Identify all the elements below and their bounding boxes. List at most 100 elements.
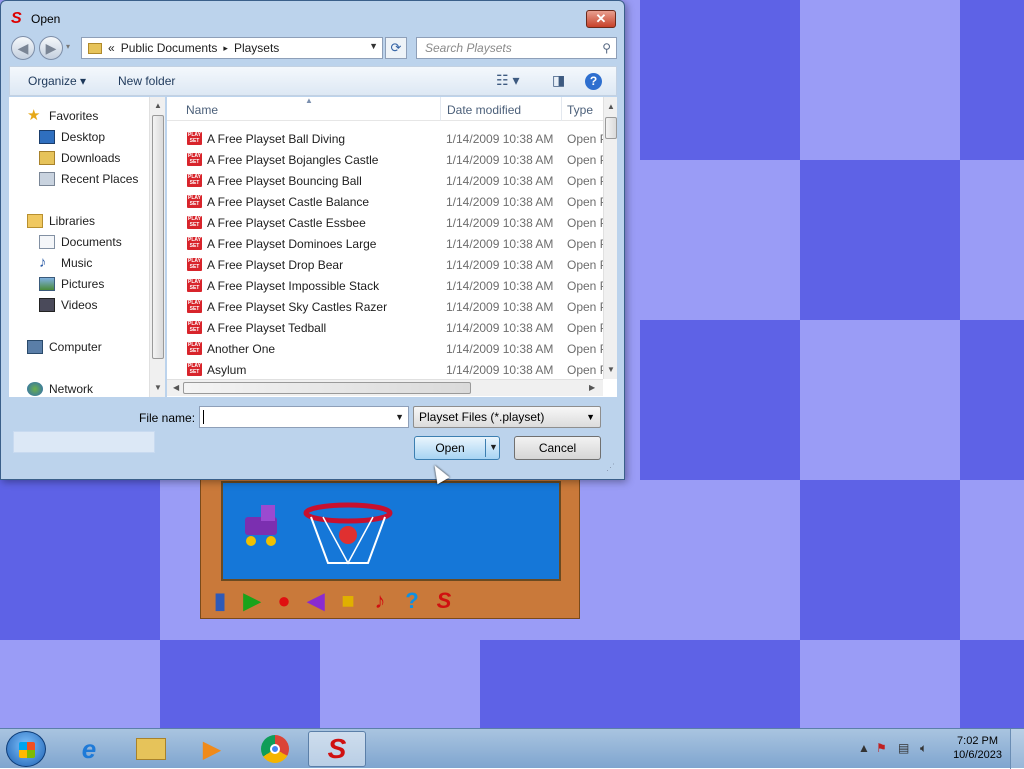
open-button-label: Open bbox=[435, 441, 465, 455]
file-row[interactable]: PLAY SET Asylum 1/14/2009 10:38 AM Open P bbox=[167, 359, 603, 380]
file-row[interactable]: PLAY SET A Free Playset Tedball 1/14/2009 … bbox=[167, 317, 603, 338]
checker-tile bbox=[640, 320, 800, 480]
column-type[interactable]: Type bbox=[567, 103, 593, 117]
file-name-input[interactable]: ▼ bbox=[199, 406, 409, 428]
scroll-down-icon[interactable]: ▼ bbox=[154, 383, 162, 392]
nav-scroll-thumb[interactable] bbox=[152, 115, 164, 359]
play-area[interactable] bbox=[221, 481, 561, 581]
column-divider[interactable] bbox=[440, 97, 441, 121]
back-button[interactable]: ◀ bbox=[11, 36, 35, 60]
file-date: 1/14/2009 10:38 AM bbox=[446, 174, 554, 188]
help-button[interactable]: ? bbox=[585, 73, 602, 90]
resize-grip-icon[interactable]: ⋰ bbox=[606, 462, 615, 473]
clock[interactable]: 7:02 PM 10/6/2023 bbox=[953, 734, 1002, 762]
scroll-left-icon[interactable]: ◀ bbox=[173, 383, 179, 392]
chrome-icon bbox=[261, 735, 289, 763]
checker-tile bbox=[640, 640, 800, 728]
nav-libraries[interactable]: Libraries bbox=[27, 211, 95, 231]
taskbar-chrome[interactable] bbox=[246, 731, 304, 767]
address-bar[interactable]: « Public Documents ▸ Playsets ▼ bbox=[81, 37, 383, 59]
file-name-dropdown-icon[interactable]: ▼ bbox=[395, 412, 404, 422]
file-list: Name ▲ Date modified Type PLAY SET A Free… bbox=[167, 97, 617, 397]
horizontal-scroll-thumb[interactable] bbox=[183, 382, 471, 394]
open-button[interactable]: Open ▼ bbox=[414, 436, 500, 460]
network-status-icon[interactable]: ▤ bbox=[898, 741, 909, 755]
taskbar-internet-explorer[interactable]: e bbox=[60, 731, 118, 767]
taskbar-media-player[interactable]: ▶ bbox=[183, 731, 241, 767]
nav-favorites[interactable]: ★ Favorites bbox=[27, 106, 98, 126]
playset-app-window[interactable]: ▮ ▶ ● ◀ ■ ♪ ? S bbox=[200, 470, 580, 619]
taskbar-file-explorer[interactable] bbox=[122, 731, 180, 767]
play-icon[interactable]: ▶ bbox=[239, 588, 265, 614]
roller-skate-icon bbox=[245, 505, 277, 546]
nav-documents[interactable]: Documents bbox=[39, 232, 122, 252]
file-row[interactable]: PLAY SET A Free Playset Bojangles Castle 1… bbox=[167, 149, 603, 170]
breadcrumb-separator[interactable]: ▸ bbox=[223, 43, 228, 54]
nav-downloads[interactable]: Downloads bbox=[39, 148, 120, 168]
file-row[interactable]: PLAY SET A Free Playset Drop Bear 1/14/200… bbox=[167, 254, 603, 275]
organize-button[interactable]: Organize ▾ bbox=[28, 74, 86, 88]
column-name[interactable]: Name bbox=[186, 103, 218, 117]
start-button[interactable] bbox=[6, 731, 46, 767]
volume-muted-icon[interactable]: 🔈︎ bbox=[920, 741, 927, 756]
file-scrollbar[interactable]: ▲ ▼ bbox=[603, 97, 617, 379]
nav-music[interactable]: ♪ Music bbox=[39, 253, 92, 273]
horizontal-scrollbar[interactable]: ◀ ▶ bbox=[167, 379, 603, 396]
nav-recent-places[interactable]: Recent Places bbox=[39, 169, 138, 189]
file-row[interactable]: PLAY SET A Free Playset Sky Castles Razer… bbox=[167, 296, 603, 317]
file-type-select[interactable]: Playset Files (*.playset) ▼ bbox=[413, 406, 601, 428]
column-date-modified[interactable]: Date modified bbox=[447, 103, 521, 117]
close-button[interactable]: ✕ bbox=[586, 10, 616, 28]
file-row[interactable]: PLAY SET A Free Playset Castle Balance 1/1… bbox=[167, 191, 603, 212]
refresh-button[interactable]: ⟳ bbox=[385, 37, 407, 59]
scroll-down-icon[interactable]: ▼ bbox=[607, 365, 615, 374]
file-row[interactable]: PLAY SET Another One 1/14/2009 10:38 AM Ope… bbox=[167, 338, 603, 359]
taskbar-playset-app[interactable]: S bbox=[308, 731, 366, 767]
show-desktop-button[interactable] bbox=[1010, 729, 1024, 769]
nav-pictures[interactable]: Pictures bbox=[39, 274, 104, 294]
scroll-up-icon[interactable]: ▲ bbox=[154, 101, 162, 110]
nav-network[interactable]: Network bbox=[27, 379, 93, 399]
new-folder-button[interactable]: New folder bbox=[118, 74, 175, 88]
breadcrumb-public-documents[interactable]: Public Documents bbox=[121, 41, 218, 55]
rewind-icon[interactable]: ◀ bbox=[303, 588, 329, 614]
recent-pages-dropdown-icon[interactable]: ▾ bbox=[66, 42, 70, 51]
nav-computer[interactable]: Computer bbox=[27, 337, 102, 357]
action-center-icon[interactable]: ⚑ bbox=[876, 741, 887, 755]
dialog-footer: File name: ▼ Playset Files (*.playset) ▼… bbox=[9, 397, 617, 475]
file-row[interactable]: PLAY SET A Free Playset Castle Essbee 1/14… bbox=[167, 212, 603, 233]
nav-scrollbar[interactable]: ▲ ▼ bbox=[149, 97, 165, 397]
logo-s-icon[interactable]: S bbox=[431, 588, 457, 614]
address-dropdown-icon[interactable]: ▼ bbox=[369, 41, 378, 51]
file-row[interactable]: PLAY SET A Free Playset Bouncing Ball 1/14… bbox=[167, 170, 603, 191]
column-divider[interactable] bbox=[561, 97, 562, 121]
file-row[interactable]: PLAY SET A Free Playset Dominoes Large 1/1… bbox=[167, 233, 603, 254]
breadcrumb-chevron[interactable]: « bbox=[108, 41, 115, 55]
playset-file-icon: PLAY SET bbox=[187, 174, 202, 187]
file-row[interactable]: PLAY SET A Free Playset Impossible Stack 1… bbox=[167, 275, 603, 296]
search-input[interactable]: Search Playsets ⚲ bbox=[416, 37, 617, 59]
file-row[interactable]: PLAY SET A Free Playset Ball Diving 1/14/2… bbox=[167, 128, 603, 149]
pump-icon[interactable]: ▮ bbox=[207, 588, 233, 614]
file-type-value: Playset Files (*.playset) bbox=[419, 410, 545, 424]
title-bar[interactable]: S Open ✕ bbox=[1, 1, 624, 35]
nav-computer-label: Computer bbox=[49, 340, 102, 354]
help-icon[interactable]: ? bbox=[399, 588, 425, 614]
scroll-right-icon[interactable]: ▶ bbox=[589, 383, 595, 392]
stop-icon[interactable]: ● bbox=[271, 588, 297, 614]
forward-button[interactable]: ▶ bbox=[39, 36, 63, 60]
breadcrumb-playsets[interactable]: Playsets bbox=[234, 41, 279, 55]
nav-desktop[interactable]: Desktop bbox=[39, 127, 105, 147]
preview-pane-icon[interactable]: ◨ bbox=[552, 72, 565, 89]
show-hidden-icons-icon[interactable]: ▲ bbox=[858, 741, 870, 755]
change-view-icon[interactable]: ☷ ▾ bbox=[496, 72, 519, 89]
cancel-button[interactable]: Cancel bbox=[514, 436, 601, 460]
file-scroll-thumb[interactable] bbox=[605, 117, 617, 139]
file-name: A Free Playset Bojangles Castle bbox=[207, 153, 379, 167]
nav-videos[interactable]: Videos bbox=[39, 295, 97, 315]
music-icon[interactable]: ♪ bbox=[367, 588, 393, 614]
square-icon[interactable]: ■ bbox=[335, 588, 361, 614]
open-options-dropdown-icon[interactable]: ▼ bbox=[489, 442, 498, 452]
playset-file-icon: PLAY SET bbox=[187, 237, 202, 250]
scroll-up-icon[interactable]: ▲ bbox=[607, 102, 615, 111]
